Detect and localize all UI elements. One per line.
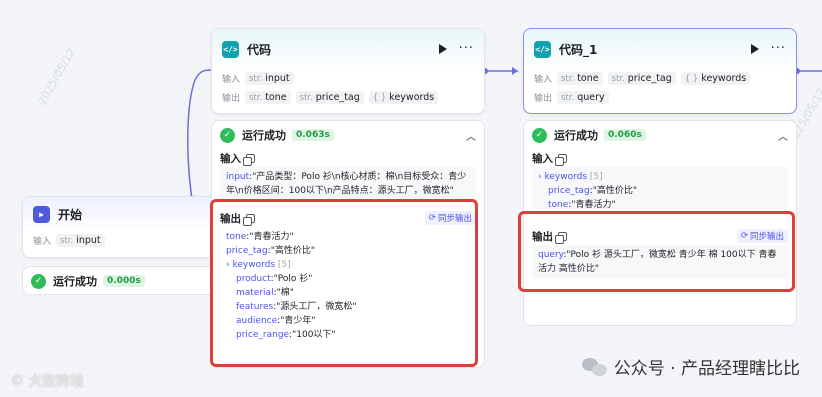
variable-chip: str. query: [557, 91, 609, 104]
status-text: 运行成功: [242, 129, 286, 142]
output-label: 输出: [222, 94, 241, 104]
variable-chip: { } keywords: [680, 72, 751, 85]
start-status-panel[interactable]: ✓ 运行成功 0.000s: [22, 266, 222, 295]
copy-icon[interactable]: [243, 153, 255, 166]
json-key: input: [226, 172, 250, 182]
node-title: 代码_1: [559, 42, 598, 57]
output-label: 输入: [33, 237, 52, 247]
node-title: 代码: [247, 42, 272, 57]
status-text: 运行成功: [554, 129, 598, 142]
more-icon[interactable]: ···: [771, 42, 786, 55]
input-json-box: input:"产品类型：Polo 衫\n核心材质：棉\n目标受众：青少年\n价格…: [220, 167, 476, 201]
highlight-box: [210, 199, 478, 367]
time-badge: 0.000s: [103, 275, 145, 287]
brand-watermark: © 大数跨境: [10, 373, 84, 390]
time-badge: 0.060s: [604, 129, 646, 141]
input-row: 输入 str. tone str. price_tag { } keywords: [524, 69, 796, 88]
more-icon[interactable]: ···: [459, 42, 474, 55]
wechat-icon: [581, 356, 608, 378]
variable-chip: str. price_tag: [295, 91, 364, 104]
variable-chip: str. input: [245, 72, 294, 85]
output-row: 输出 str. tone str. price_tag { } keywords: [212, 88, 484, 107]
output-label: 输出: [534, 94, 553, 104]
success-check-icon: ✓: [220, 127, 235, 143]
input-label: 输入: [534, 75, 553, 85]
copy-icon[interactable]: [555, 153, 567, 166]
success-check-icon: ✓: [532, 127, 547, 143]
start-node[interactable]: ▶ 开始 输入 str. input: [22, 196, 222, 258]
collapse-chevron-icon[interactable]: ︿: [778, 128, 788, 143]
node-title: 开始: [58, 207, 83, 222]
variable-chip: str. tone: [557, 72, 603, 85]
input-section-title: 输入: [524, 149, 796, 167]
highlight-box: [518, 211, 795, 292]
output-row: 输出 str. query: [524, 88, 796, 107]
status-text: 运行成功: [53, 275, 97, 288]
code-node[interactable]: </> 代码 ··· 输入 str. input 输出 str. tone str.…: [211, 28, 485, 114]
variable-chip: str. price_tag: [607, 72, 676, 85]
code-icon: </>: [534, 40, 551, 58]
output-row: 输入 str. input: [23, 231, 221, 250]
brand-logo-icon: ©: [10, 373, 24, 389]
variable-chip: str. tone: [245, 91, 291, 104]
collapse-chevron-icon[interactable]: ︿: [466, 128, 476, 143]
input-label: 输入: [222, 75, 241, 85]
code-icon: </>: [222, 40, 239, 58]
wechat-watermark: 公众号 · 产品经理瞎比比: [581, 354, 800, 379]
variable-chip: { } keywords: [368, 91, 439, 104]
input-section-title: 输入: [212, 149, 484, 167]
input-json-box: › keywords [5] price_tag:"高性价比" tone:"青春…: [532, 167, 788, 209]
code1-node[interactable]: </> 代码_1 ··· 输入 str. tone str. price_tag {…: [523, 28, 797, 114]
variable-chip: str. input: [56, 234, 105, 247]
run-icon[interactable]: [438, 44, 447, 54]
json-value: :"产品类型：Polo 衫\n核心材质：棉\n目标受众：青少年\n价格区间：10…: [226, 172, 467, 196]
start-icon: ▶: [33, 205, 50, 223]
success-check-icon: ✓: [31, 273, 46, 289]
run-icon[interactable]: [750, 44, 759, 54]
time-badge: 0.063s: [292, 129, 334, 141]
input-row: 输入 str. input: [212, 69, 484, 88]
